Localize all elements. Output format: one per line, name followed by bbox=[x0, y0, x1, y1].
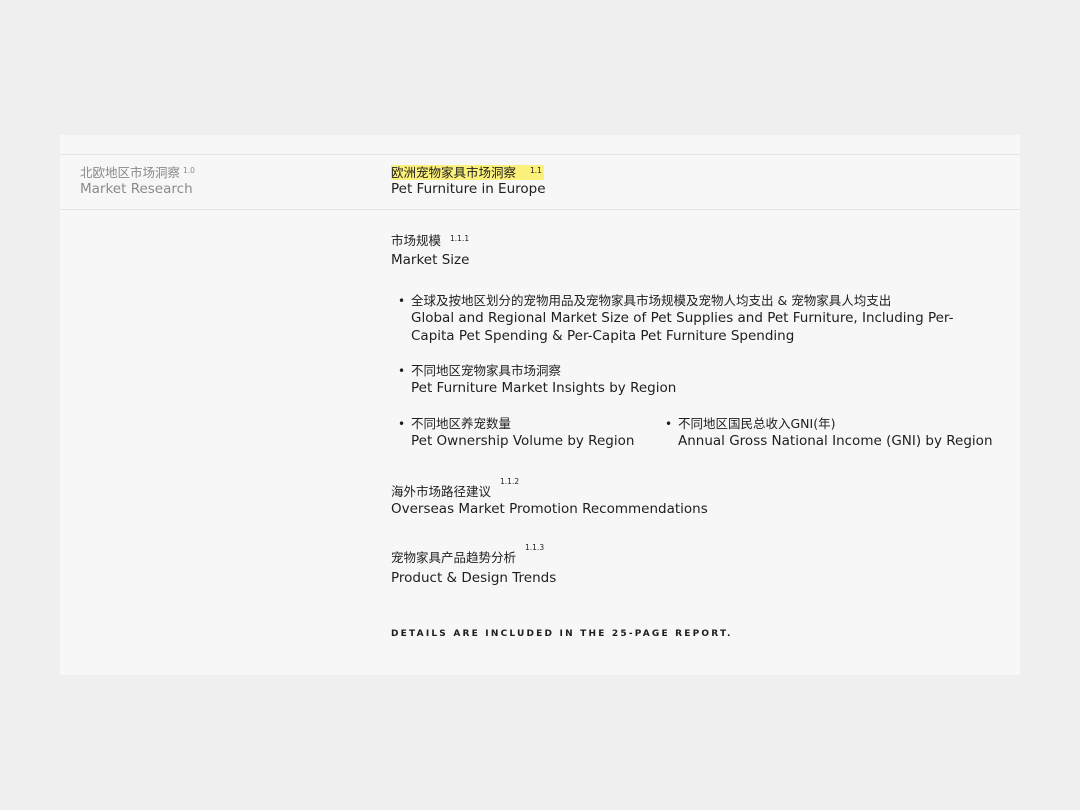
subsection-title-zh: 市场规模 1.1.1 bbox=[391, 233, 469, 249]
subsection-title-zh-text: 海外市场路径建议 bbox=[391, 484, 492, 499]
subsection-number: 1.1.3 bbox=[525, 543, 545, 552]
bullet-icon: • bbox=[398, 417, 406, 431]
subsection-title-en: Product & Design Trends bbox=[391, 570, 557, 586]
section-number: 1.1 bbox=[530, 166, 542, 175]
list-item-en: Pet Ownership Volume by Region bbox=[411, 433, 635, 449]
bullet-icon: • bbox=[398, 364, 406, 378]
list-item-en: Annual Gross National Income (GNI) by Re… bbox=[678, 433, 993, 449]
section-title-highlight: 欧洲宠物家具市场洞察 1.1 bbox=[391, 165, 544, 180]
header-divider bbox=[60, 209, 1020, 210]
section-header: 欧洲宠物家具市场洞察 1.1 Pet Furniture in Europe bbox=[391, 165, 546, 197]
chapter-header: 北欧地区市场洞察 1.0 Market Research bbox=[80, 165, 195, 197]
subsection-trends: 宠物家具产品趋势分析 1.1.3 Product & Design Trends bbox=[391, 543, 557, 587]
list-item-zh: 不同地区国民总收入GNI(年) bbox=[678, 416, 836, 431]
section-title-zh-text: 欧洲宠物家具市场洞察 bbox=[391, 165, 517, 180]
chapter-number: 1.0 bbox=[183, 166, 195, 175]
subsection-title-en: Overseas Market Promotion Recommendation… bbox=[391, 501, 708, 517]
chapter-title-zh-text: 北欧地区市场洞察 bbox=[80, 165, 181, 180]
list-item-zh: 不同地区宠物家具市场洞察 bbox=[411, 363, 562, 378]
subsection-number: 1.1.1 bbox=[450, 234, 470, 243]
report-card: 北欧地区市场洞察 1.0 Market Research 欧洲宠物家具市场洞察 1.… bbox=[60, 135, 1020, 675]
list-item-zh: 全球及按地区划分的宠物用品及宠物家具市场规模及宠物人均支出 & 宠物家具人均支出 bbox=[411, 293, 892, 308]
bullet-icon: • bbox=[398, 294, 406, 308]
top-divider bbox=[60, 154, 1020, 155]
subsection-title-zh-text: 市场规模 bbox=[391, 233, 442, 248]
subsection-title-zh-text: 宠物家具产品趋势分析 bbox=[391, 550, 517, 565]
subsection-overseas: 海外市场路径建议 1.1.2 Overseas Market Promotion … bbox=[391, 477, 708, 518]
subsection-title-en: Market Size bbox=[391, 252, 470, 268]
section-title-zh: 欧洲宠物家具市场洞察 1.1 bbox=[391, 165, 546, 181]
chapter-title-en: Market Research bbox=[80, 181, 193, 197]
bullet-icon: • bbox=[665, 417, 673, 431]
chapter-title-zh: 北欧地区市场洞察 1.0 bbox=[80, 165, 195, 181]
report-note: DETAILS ARE INCLUDED IN THE 25-PAGE REPO… bbox=[391, 629, 733, 639]
subsection-number: 1.1.2 bbox=[500, 477, 520, 486]
list-item-zh: 不同地区养宠数量 bbox=[411, 416, 512, 431]
list-item-en: Global and Regional Market Size of Pet S… bbox=[411, 310, 954, 344]
subsection-title-zh: 海外市场路径建议 1.1.2 bbox=[391, 477, 708, 500]
subsection-market-size: 市场规模 1.1.1 Market Size bbox=[391, 233, 469, 269]
list-item-en: Pet Furniture Market Insights by Region bbox=[411, 380, 677, 396]
subsection-title-zh: 宠物家具产品趋势分析 1.1.3 bbox=[391, 543, 556, 566]
section-title-en: Pet Furniture in Europe bbox=[391, 181, 546, 197]
